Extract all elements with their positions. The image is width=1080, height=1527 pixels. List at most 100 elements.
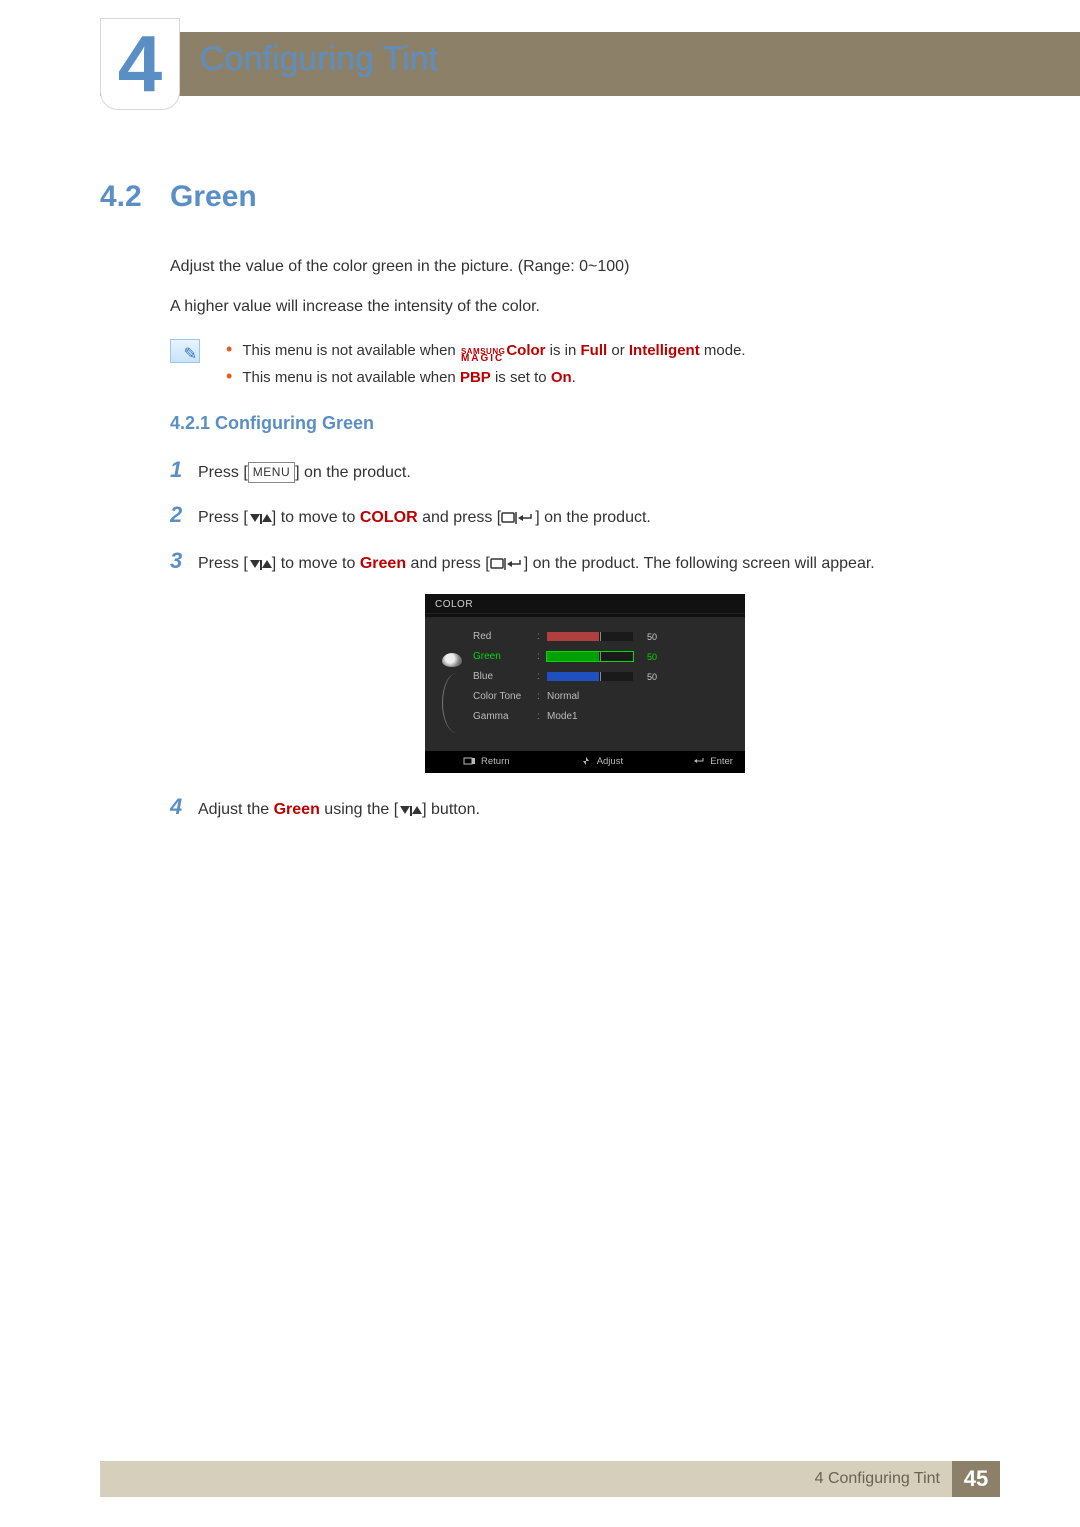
osd-row-colortone: Color Tone : Normal: [467, 687, 733, 707]
step1-a: Press [: [198, 464, 248, 481]
screen-enter-icon: [490, 555, 524, 572]
note2-dot: .: [572, 369, 576, 386]
step2-b: ] to move to: [272, 509, 360, 526]
osd-footer-enter: Enter: [692, 756, 733, 767]
adjust-icon: [579, 756, 593, 766]
step3-green: Green: [360, 555, 406, 572]
palette-icon: [442, 653, 462, 667]
step3-d: ] on the product. The following screen w…: [524, 555, 875, 572]
menu-button-label: MENU: [248, 462, 295, 483]
bullet-icon: •: [226, 337, 232, 364]
osd-label-green: Green: [467, 651, 537, 662]
osd-row-blue: Blue : 50: [467, 667, 733, 687]
note-block: • This menu is not available when SAMSUN…: [170, 337, 1000, 391]
note1-full: Full: [581, 342, 608, 359]
step4-c: ] button.: [422, 801, 480, 818]
osd-colon: :: [537, 671, 547, 682]
step-1: 1 Press [MENU] on the product.: [170, 452, 1000, 487]
osd-footer-return: Return: [463, 756, 510, 767]
intro-paragraph-1: Adjust the value of the color green in t…: [170, 254, 1000, 280]
osd-row-gamma: Gamma : Mode1: [467, 707, 733, 727]
osd-colon: :: [537, 651, 547, 662]
note1-mid: is in: [550, 342, 581, 359]
footer-chapter-label: 4 Configuring Tint: [815, 1461, 952, 1497]
osd-title: COLOR: [425, 594, 745, 613]
step2-color: COLOR: [360, 509, 418, 526]
step2-c: and press [: [418, 509, 502, 526]
magic-bot: MAGIC: [461, 355, 505, 363]
screen-enter-icon: [501, 509, 535, 526]
chapter-number: 4: [118, 24, 163, 104]
step-number: 3: [170, 543, 198, 578]
bullet-icon: •: [226, 364, 232, 391]
osd-colon: :: [537, 711, 547, 722]
osd-screenshot: COLOR Red : 50: [425, 594, 745, 773]
osd-body: Red : 50 Green : 50: [425, 617, 745, 751]
footer-page-number: 45: [952, 1461, 1000, 1497]
note2-on: On: [551, 369, 572, 386]
down-up-arrow-icon: [248, 555, 272, 572]
osd-colon: :: [537, 631, 547, 642]
step-number: 4: [170, 789, 198, 824]
osd-footer-adjust-label: Adjust: [597, 756, 623, 767]
osd-value-gamma: Mode1: [547, 711, 578, 722]
osd-value-green: 50: [639, 652, 657, 662]
chapter-tab: 4: [100, 18, 180, 110]
note-item-2: • This menu is not available when PBP is…: [224, 364, 746, 391]
step-4: 4 Adjust the Green using the [ ] button.: [170, 789, 1000, 824]
step4-a: Adjust the: [198, 801, 274, 818]
section-heading: 4.2 Green: [100, 180, 1000, 214]
note1-or: or: [611, 342, 629, 359]
osd-footer-enter-label: Enter: [710, 756, 733, 767]
step3-c: and press [: [406, 555, 490, 572]
osd-footer-adjust: Adjust: [579, 756, 623, 767]
osd-colon: :: [537, 691, 547, 702]
step-3: 3 Press [ ] to move to Green and press []…: [170, 543, 1000, 578]
note-item-1: • This menu is not available when SAMSUN…: [224, 337, 746, 364]
note1-color: Color: [506, 342, 545, 359]
section-title: Green: [170, 180, 257, 214]
step4-green: Green: [274, 801, 320, 818]
osd-bar-blue: [547, 672, 633, 681]
osd-label-blue: Blue: [467, 671, 537, 682]
note1-post: mode.: [704, 342, 746, 359]
chapter-title: Configuring Tint: [200, 40, 438, 79]
steps-list: 1 Press [MENU] on the product. 2 Press […: [170, 452, 1000, 824]
note2-mid: is set to: [495, 369, 551, 386]
osd-row-red: Red : 50: [467, 627, 733, 647]
section-number: 4.2: [100, 180, 170, 214]
osd-bar-red: [547, 632, 633, 641]
page-content: 4.2 Green Adjust the value of the color …: [100, 180, 1000, 834]
step4-b: using the [: [320, 801, 398, 818]
note2-pre: This menu is not available when: [242, 369, 460, 386]
down-up-arrow-icon: [398, 801, 422, 818]
note-icon: [170, 339, 200, 363]
step3-b: ] to move to: [272, 555, 360, 572]
step1-b: ] on the product.: [295, 464, 411, 481]
down-up-arrow-icon: [248, 509, 272, 526]
osd-value-red: 50: [639, 632, 657, 642]
osd-label-tone: Color Tone: [467, 691, 537, 702]
intro-paragraph-2: A higher value will increase the intensi…: [170, 294, 1000, 320]
step2-d: ] on the product.: [535, 509, 651, 526]
osd-footer-return-label: Return: [481, 756, 510, 767]
return-icon: [463, 756, 477, 766]
osd-value-blue: 50: [639, 672, 657, 682]
osd-bar-green: [547, 652, 633, 661]
samsung-magic-logo: SAMSUNG MAGIC: [461, 349, 505, 363]
note-list: • This menu is not available when SAMSUN…: [224, 337, 746, 391]
osd-footer: Return Adjust Enter: [425, 751, 745, 773]
step-number: 1: [170, 452, 198, 487]
note2-pbp: PBP: [460, 369, 491, 386]
step-2: 2 Press [] to move to COLOR and press []…: [170, 497, 1000, 532]
osd-arc-decoration: [442, 673, 470, 733]
page-footer: 4 Configuring Tint 45: [100, 1461, 1000, 1497]
step3-a: Press [: [198, 555, 248, 572]
osd-sidebar: [437, 627, 467, 733]
osd-row-green: Green : 50: [467, 647, 733, 667]
osd-label-red: Red: [467, 631, 537, 642]
osd-label-gamma: Gamma: [467, 711, 537, 722]
step2-a: Press [: [198, 509, 248, 526]
osd-value-tone: Normal: [547, 691, 579, 702]
enter-icon: [692, 756, 706, 766]
